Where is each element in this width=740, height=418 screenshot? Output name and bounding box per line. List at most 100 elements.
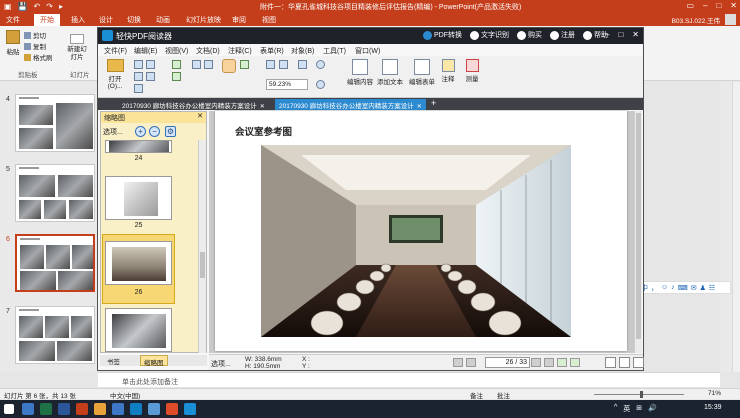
menu-object[interactable]: 对象(B) <box>291 46 314 56</box>
tab-transitions[interactable]: 切换 <box>127 15 141 25</box>
minimize-icon[interactable]: – <box>703 1 707 10</box>
buy-button[interactable]: 购买 <box>517 30 542 40</box>
ime-item[interactable]: ☺ <box>661 284 668 291</box>
slide-thumbnail[interactable]: 5 <box>0 162 98 227</box>
add-tab-icon[interactable]: + <box>431 98 436 108</box>
app-icon[interactable] <box>148 403 160 415</box>
continuous-view-icon[interactable] <box>619 357 630 368</box>
document-view[interactable]: 会议室参考图 <box>209 111 634 353</box>
notes-toggle-button[interactable]: 备注 <box>470 390 483 400</box>
tab-file[interactable]: 文件 <box>6 15 20 25</box>
add-text-button[interactable]: 添加文本 <box>376 59 404 86</box>
notes-pane[interactable]: 单击此处添加备注 <box>98 372 720 387</box>
tab-slideshow[interactable]: 幻灯片放映 <box>186 15 221 25</box>
menu-form[interactable]: 表单(R) <box>260 46 284 56</box>
page-thumbnail[interactable] <box>105 140 172 153</box>
previous-page-icon[interactable] <box>466 358 476 367</box>
zoom-out-thumbnails-icon[interactable]: − <box>149 126 160 137</box>
menu-view[interactable]: 视图(V) <box>165 46 188 56</box>
edit-form-button[interactable]: 编辑表单 <box>408 59 436 86</box>
excel-icon[interactable] <box>40 403 52 415</box>
browser-icon[interactable] <box>22 403 34 415</box>
thumbnail-options-menu[interactable]: 选项... <box>103 127 123 137</box>
tray-item[interactable]: ^ <box>614 404 617 414</box>
ime-item[interactable]: ⌨ <box>678 284 688 292</box>
fit-page-button[interactable] <box>266 60 275 70</box>
tray-item[interactable]: 🔊 <box>648 404 657 414</box>
doc-tab-active[interactable]: 20170930 廊坊科技谷办公楼室内精装方案设计 ✕ <box>275 99 426 110</box>
cut-button[interactable]: 剪切 <box>24 30 46 40</box>
pdf-convert-button[interactable]: PDF转换 <box>423 30 462 40</box>
ime-item[interactable]: ， <box>651 283 658 293</box>
single-page-view-icon[interactable] <box>605 357 616 368</box>
save-pdf-button[interactable] <box>134 60 143 70</box>
page-thumbnail[interactable] <box>105 308 172 352</box>
save-icon[interactable]: 💾 <box>18 2 28 11</box>
register-button[interactable]: 注册 <box>550 30 575 40</box>
tab-home[interactable]: 开始 <box>34 14 60 26</box>
tab-insert[interactable]: 插入 <box>71 15 85 25</box>
history-back-icon[interactable] <box>557 358 567 367</box>
format-painter-button[interactable]: 格式刷 <box>24 52 53 62</box>
next-page-icon[interactable] <box>531 358 541 367</box>
close-tab-icon[interactable]: ✕ <box>417 104 422 110</box>
undo-icon[interactable]: ↶ <box>34 2 41 11</box>
email-button[interactable] <box>134 72 143 82</box>
page-thumbnail[interactable] <box>105 176 172 220</box>
zoom-in-button[interactable] <box>316 60 325 70</box>
fit-width-button[interactable] <box>279 60 288 70</box>
ppt-vertical-scrollbar[interactable] <box>732 82 740 372</box>
tray-item[interactable]: 英 <box>623 404 630 414</box>
ime-item[interactable]: ♟ <box>700 284 706 292</box>
status-options-menu[interactable]: 选项... <box>211 359 231 369</box>
page-thumbnail-current[interactable] <box>105 241 172 285</box>
tab-review[interactable]: 审阅 <box>232 15 246 25</box>
zoom-input[interactable]: 59.23% <box>266 79 308 90</box>
zoom-in-thumbnails-icon[interactable]: + <box>135 126 146 137</box>
zoom-percentage[interactable]: 71% <box>708 390 721 397</box>
ime-item[interactable]: ✉ <box>691 284 697 292</box>
close-tab-icon[interactable]: ✕ <box>260 104 265 110</box>
close-panel-icon[interactable]: ✕ <box>197 112 203 120</box>
tab-animations[interactable]: 动画 <box>156 15 170 25</box>
start-icon[interactable] <box>4 404 14 414</box>
powerpoint-icon[interactable] <box>76 403 88 415</box>
tab-thumbnails[interactable]: 缩略图 <box>140 355 168 367</box>
doc-tab[interactable]: 20170930 廊坊科技谷办公楼室内精装方案设计 ✕ <box>118 99 269 110</box>
notes-placeholder[interactable]: 单击此处添加备注 <box>122 377 178 387</box>
facing-view-icon[interactable] <box>633 357 644 368</box>
page-number-input[interactable]: 26 / 33 <box>485 357 530 368</box>
first-page-icon[interactable] <box>453 358 463 367</box>
menu-file[interactable]: 文件(F) <box>104 46 127 56</box>
back-button[interactable] <box>172 60 181 70</box>
menu-tools[interactable]: 工具(T) <box>323 46 346 56</box>
tab-view[interactable]: 视图 <box>262 15 276 25</box>
pdf-close-icon[interactable]: ✕ <box>632 30 639 39</box>
undo-pdf-button[interactable] <box>192 60 201 70</box>
language-indicator[interactable]: 中文(中国) <box>110 390 140 400</box>
slide-thumbnail[interactable]: 7 <box>0 304 98 369</box>
rotate-button[interactable] <box>240 60 249 70</box>
word-icon[interactable] <box>58 403 70 415</box>
tab-design[interactable]: 设计 <box>99 15 113 25</box>
menu-edit[interactable]: 编辑(E) <box>134 46 157 56</box>
app-icon[interactable] <box>130 403 142 415</box>
thumbnail-settings-icon[interactable]: ⚙ <box>165 126 176 137</box>
user-name[interactable]: B03.SJ.022.王伟 <box>672 15 720 25</box>
app-icon[interactable] <box>166 403 178 415</box>
edit-content-button[interactable]: 编辑内容 <box>346 59 374 86</box>
zoom-slider-track[interactable] <box>594 394 684 395</box>
close-icon[interactable]: ✕ <box>730 1 737 10</box>
copy-button[interactable]: 复制 <box>24 41 46 51</box>
ocr-button[interactable]: 文字识别 <box>470 30 509 40</box>
pdf-reader-taskbar-icon[interactable] <box>184 403 196 415</box>
zoom-slider-knob[interactable] <box>640 391 643 398</box>
measure-button[interactable]: 测量 <box>464 59 480 83</box>
forward-button[interactable] <box>172 72 181 82</box>
print-button[interactable] <box>146 60 155 70</box>
open-button[interactable]: 打开(O)... <box>102 59 128 90</box>
thumbnail-scrollbar[interactable] <box>198 140 206 353</box>
comments-toggle-button[interactable]: 批注 <box>497 390 510 400</box>
menu-window[interactable]: 窗口(W) <box>355 46 380 56</box>
ime-item[interactable]: ♪ <box>671 284 675 291</box>
